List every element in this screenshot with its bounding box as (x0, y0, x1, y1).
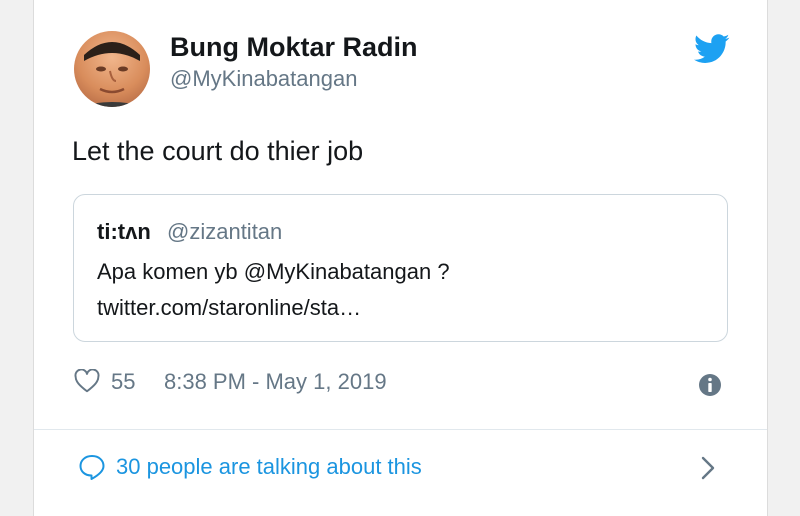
quoted-text: Apa komen yb @MyKinabatangan ? (97, 259, 450, 284)
twitter-bird-icon[interactable] (694, 34, 730, 64)
conversation-link[interactable]: 30 people are talking about this (78, 451, 718, 483)
conversation-link-label: 30 people are talking about this (116, 454, 422, 479)
avatar[interactable] (74, 31, 150, 107)
tweet-card: Bung Moktar Radin @MyKinabatangan Let th… (33, 0, 768, 516)
avatar-face (78, 42, 146, 107)
quoted-tweet[interactable]: ti:tʌn @zizantitan Apa komen yb @MyKinab… (73, 194, 728, 342)
chevron-right-icon (701, 456, 715, 480)
speech-bubble-icon (79, 455, 105, 480)
like-count[interactable]: 55 (111, 369, 135, 395)
divider (34, 429, 767, 430)
display-name[interactable]: Bung Moktar Radin (170, 32, 418, 63)
tweet-timestamp[interactable]: 8:38 PM - May 1, 2019 (164, 369, 387, 395)
info-icon[interactable] (698, 373, 722, 397)
heart-icon[interactable] (74, 369, 100, 393)
quoted-display-name: ti:tʌn (97, 219, 151, 244)
quoted-link[interactable]: twitter.com/staronline/sta… (97, 295, 361, 321)
quoted-handle: @zizantitan (167, 219, 283, 244)
tweet-text: Let the court do thier job (72, 136, 364, 166)
user-handle[interactable]: @MyKinabatangan (170, 66, 357, 92)
